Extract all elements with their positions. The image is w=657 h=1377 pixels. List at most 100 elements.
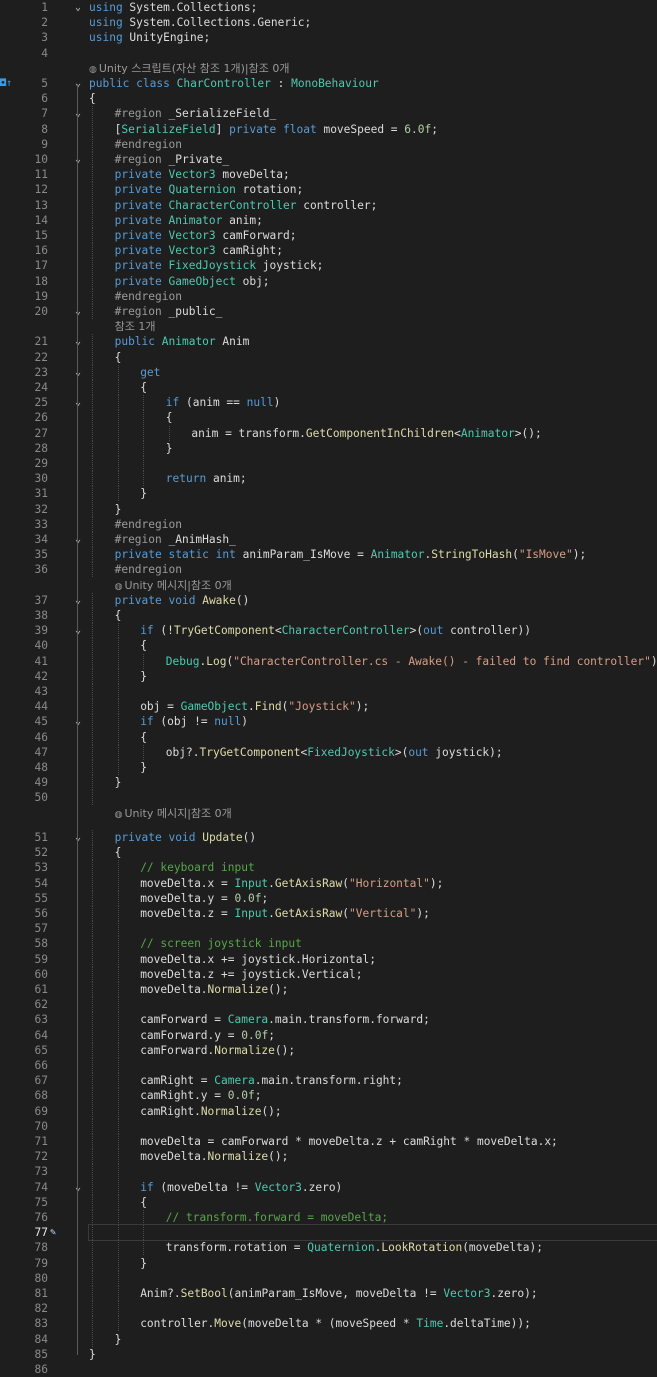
codelens-hint[interactable]: 참조 1개 — [115, 319, 156, 334]
fold-toggle-icon[interactable]: ⌄ — [72, 714, 84, 729]
fold-toggle-icon[interactable]: ⌄ — [72, 395, 84, 410]
code-line[interactable]: 6{ — [0, 91, 657, 106]
code-line[interactable]: 60 moveDelta.z += joystick.Vertical; — [0, 966, 657, 982]
code-line[interactable]: 78 transform.rotation = Quaternion.LookRo… — [0, 1240, 657, 1256]
code-line[interactable]: 44 obj = GameObject.Find("Joystick"); — [0, 699, 657, 715]
code-line[interactable]: 49} — [0, 775, 657, 791]
implementation-marker-icon[interactable]: ◘↑ — [0, 76, 22, 91]
code-line[interactable]: 66 — [0, 1057, 657, 1073]
code-line[interactable]: 68 camRight.y = 0.0f; — [0, 1088, 657, 1104]
code-line[interactable]: 55 moveDelta.y = 0.0f; — [0, 890, 657, 906]
code-line[interactable]: 20 ⌄ #region _public_ — [0, 304, 657, 319]
code-line[interactable]: 75 { — [0, 1194, 657, 1210]
quick-actions-icon[interactable]: ✎ — [50, 1225, 64, 1240]
code-line[interactable]: 14 private Animator anim; — [0, 212, 657, 228]
code-line[interactable]: 9 #endregion — [0, 136, 657, 152]
code-line[interactable]: 61 moveDelta.Normalize(); — [0, 981, 657, 997]
code-line[interactable]: 84} — [0, 1331, 657, 1347]
code-line[interactable]: 85} — [0, 1347, 657, 1362]
code-line[interactable]: 16 private Vector3 camRight; — [0, 243, 657, 259]
code-line[interactable]: 8 [SerializeField] private float moveSpee… — [0, 121, 657, 137]
code-line[interactable]: 25 ⌄ if (anim == null) — [0, 395, 657, 411]
code-line[interactable]: 64 camForward.y = 0.0f; — [0, 1027, 657, 1043]
fold-toggle-icon[interactable]: ⌄ — [72, 152, 84, 167]
code-line[interactable]: 19 #endregion — [0, 288, 657, 304]
code-line[interactable]: 74 ⌄ if (moveDelta != Vector3.zero) — [0, 1179, 657, 1195]
code-line[interactable]: 62 — [0, 997, 657, 1013]
code-line[interactable]: 71 moveDelta = camForward * moveDelta.z +… — [0, 1133, 657, 1149]
code-line[interactable]: 13 private CharacterController controller… — [0, 197, 657, 213]
code-line[interactable]: 65 camForward.Normalize(); — [0, 1042, 657, 1058]
code-line[interactable]: 58 // screen joystick input — [0, 936, 657, 952]
code-line[interactable]: 42} — [0, 668, 657, 684]
code-line[interactable]: 50 — [0, 790, 657, 806]
code-line[interactable]: 27 anim = transform.GetComponentInChildre… — [0, 425, 657, 441]
code-line[interactable]: 46 { — [0, 729, 657, 745]
code-line[interactable]: 80 — [0, 1270, 657, 1286]
code-line[interactable]: 51 ⌄ private void Update() — [0, 829, 657, 845]
code-line[interactable]: 33 #endregion — [0, 516, 657, 532]
code-line[interactable]: 77 ✎ — [0, 1224, 657, 1242]
fold-toggle-icon[interactable]: ⌄ — [72, 304, 84, 319]
code-line[interactable]: 28} — [0, 440, 657, 456]
code-line[interactable]: 37 ⌄ private void Awake() — [0, 592, 657, 608]
code-line[interactable]: 12 private Quaternion rotation; — [0, 182, 657, 198]
codelens-hint[interactable]: ◍ Unity 메시지|참조 0개 — [115, 806, 232, 823]
fold-toggle-icon[interactable]: ⌄ — [72, 593, 84, 608]
code-line[interactable]: 41 Debug.Log("CharacterController.cs - Aw… — [0, 653, 657, 669]
fold-toggle-icon[interactable]: ⌄ — [72, 0, 84, 15]
code-line[interactable]: 26 { — [0, 410, 657, 426]
code-line[interactable]: 69 camRight.Normalize(); — [0, 1103, 657, 1119]
code-line[interactable]: 56 moveDelta.z = Input.GetAxisRaw("Vertic… — [0, 905, 657, 921]
code-line[interactable]: 45 ⌄ if (obj != null) — [0, 714, 657, 730]
code-line[interactable]: 7 ⌄ #region _SerializeField_ — [0, 106, 657, 122]
code-line[interactable]: 21 ⌄ public Animator Anim — [0, 334, 657, 350]
code-line[interactable]: 36 #endregion — [0, 562, 657, 578]
code-editor[interactable]: 1 ⌄ using System.Collections; 2 using System… — [0, 0, 657, 1376]
fold-toggle-icon[interactable]: ⌄ — [72, 334, 84, 349]
code-line[interactable]: 76 // transform.forward = moveDelta; — [0, 1209, 657, 1225]
code-line[interactable]: 11 private Vector3 moveDelta; — [0, 167, 657, 183]
code-line[interactable]: 10 ⌄ #region _Private_ — [0, 152, 657, 167]
code-line[interactable]: 1 ⌄ using System.Collections; — [0, 0, 657, 15]
code-line[interactable]: 40 { — [0, 638, 657, 654]
code-line[interactable]: 2 using System.Collections.Generic; — [0, 15, 657, 30]
code-line[interactable]: 38 { — [0, 608, 657, 623]
code-line[interactable]: 29 — [0, 456, 657, 471]
code-line[interactable]: 3 using UnityEngine; — [0, 30, 657, 45]
code-line[interactable]: ◘↑ 5 ⌄ public class CharController : MonoBe… — [0, 76, 657, 91]
fold-toggle-icon[interactable]: ⌄ — [72, 1180, 84, 1195]
code-line[interactable]: 31} — [0, 486, 657, 502]
code-line[interactable]: 47 obj?.TryGetComponent<FixedJoystick>(ou… — [0, 744, 657, 760]
code-line[interactable]: 39 ⌄ if (!TryGetComponent<CharacterControl… — [0, 623, 657, 639]
code-line[interactable]: 54 moveDelta.x = Input.GetAxisRaw("Horizo… — [0, 875, 657, 891]
fold-toggle-icon[interactable]: ⌄ — [72, 365, 84, 380]
code-line[interactable]: 23 ⌄ get — [0, 364, 657, 380]
code-line[interactable]: 83 controller.Move(moveDelta * (moveSpeed… — [0, 1316, 657, 1332]
code-line[interactable]: 24 { — [0, 380, 657, 395]
code-line[interactable]: 52 { — [0, 845, 657, 861]
code-line[interactable]: 32} — [0, 501, 657, 517]
fold-toggle-icon[interactable]: ⌄ — [72, 623, 84, 638]
fold-toggle-icon[interactable]: ⌄ — [72, 830, 84, 845]
code-line[interactable]: 34 ⌄ #region _AnimHash_ — [0, 532, 657, 547]
code-line[interactable]: 53 // keyboard input — [0, 860, 657, 876]
code-line[interactable]: 82 — [0, 1301, 657, 1317]
code-line[interactable]: 15 private Vector3 camForward; — [0, 228, 657, 243]
code-line[interactable]: 70 — [0, 1118, 657, 1134]
code-line[interactable]: 35 private static int animParam_IsMove = … — [0, 547, 657, 563]
code-line[interactable]: 72 moveDelta.Normalize(); — [0, 1149, 657, 1165]
code-line[interactable]: 4 — [0, 46, 657, 61]
code-line[interactable]: 48} — [0, 760, 657, 775]
code-line[interactable]: 67 camRight = Camera.main.transform.right… — [0, 1073, 657, 1089]
code-line[interactable]: 73 — [0, 1164, 657, 1180]
code-line[interactable]: 30 return anim; — [0, 471, 657, 487]
code-line[interactable]: 86 — [0, 1362, 657, 1377]
code-line[interactable]: 18 private GameObject obj; — [0, 273, 657, 289]
fold-toggle-icon[interactable]: ⌄ — [72, 532, 84, 547]
code-line[interactable]: 81 Anim?.SetBool(animParam_IsMove, moveDe… — [0, 1285, 657, 1301]
fold-toggle-icon[interactable]: ⌄ — [72, 106, 84, 121]
fold-toggle-icon[interactable]: ⌄ — [72, 76, 84, 91]
code-line[interactable]: 17 private FixedJoystick joystick; — [0, 258, 657, 274]
code-line[interactable]: 63 camForward = Camera.main.transform.for… — [0, 1012, 657, 1028]
